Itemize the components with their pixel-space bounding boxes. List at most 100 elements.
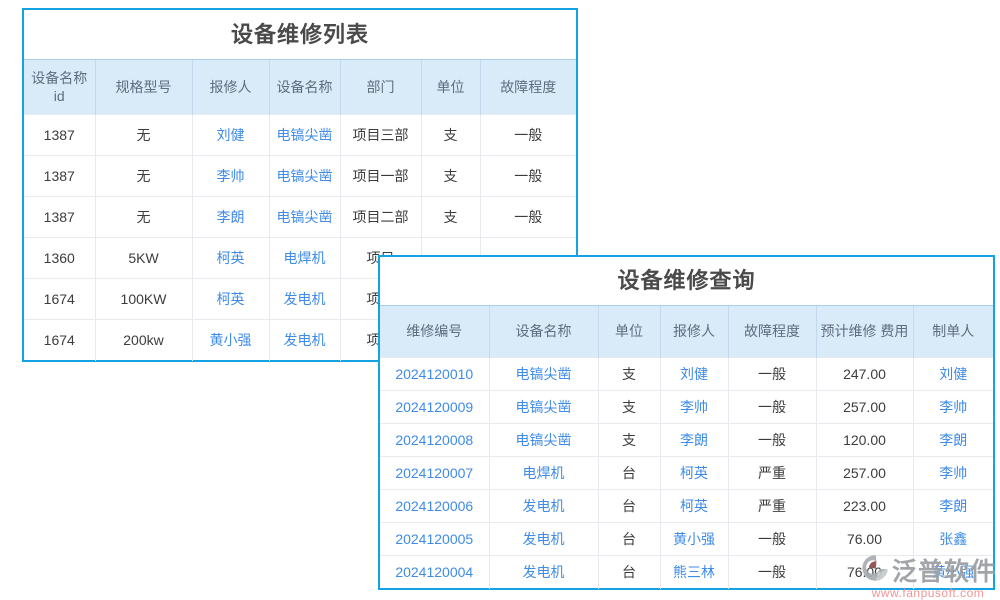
column-header: 单位 [598, 306, 660, 358]
cell-link[interactable]: 柯英 [192, 238, 269, 279]
table-cell: 项目三部 [340, 115, 421, 156]
cell-link[interactable]: 电镐尖凿 [269, 197, 340, 238]
cell-link[interactable]: 电焊机 [489, 457, 598, 490]
cell-link[interactable]: 发电机 [269, 279, 340, 320]
cell-link[interactable]: 电镐尖凿 [489, 424, 598, 457]
table-cell: 一般 [728, 358, 816, 391]
cell-link[interactable]: 发电机 [489, 523, 598, 556]
table-cell: 严重 [728, 457, 816, 490]
cell-link[interactable]: 刘健 [913, 358, 993, 391]
page: 设备维修列表 设备名称id规格型号报修人设备名称部门单位故障程度 1387无刘健… [0, 0, 1000, 600]
cell-link[interactable]: 李帅 [660, 391, 728, 424]
table-cell: 无 [95, 197, 192, 238]
table-cell: 支 [421, 115, 480, 156]
table-cell: 严重 [728, 490, 816, 523]
table-row: 2024120005发电机台黄小强一般76.00张鑫 [380, 523, 993, 556]
cell-link[interactable]: 刘健 [192, 115, 269, 156]
cell-link[interactable]: 电镐尖凿 [489, 391, 598, 424]
table-cell: 120.00 [816, 424, 913, 457]
cell-link[interactable]: 电焊机 [269, 238, 340, 279]
cell-link[interactable]: 发电机 [489, 490, 598, 523]
table-cell: 1387 [24, 115, 95, 156]
table-cell: 1360 [24, 238, 95, 279]
table-cell: 一般 [480, 197, 576, 238]
column-header: 设备名称 [269, 60, 340, 115]
cell-link[interactable]: 柯英 [192, 279, 269, 320]
table-row: 2024120007电焊机台柯英严重257.00李帅 [380, 457, 993, 490]
cell-link[interactable]: 柯英 [660, 457, 728, 490]
column-header: 规格型号 [95, 60, 192, 115]
column-header: 故障程度 [480, 60, 576, 115]
repair-query-title: 设备维修查询 [380, 257, 993, 305]
column-header: 制单人 [913, 306, 993, 358]
cell-link[interactable]: 电镐尖凿 [489, 358, 598, 391]
cell-link[interactable]: 2024120007 [380, 457, 489, 490]
cell-link[interactable]: 李帅 [913, 457, 993, 490]
table-cell: 台 [598, 457, 660, 490]
cell-link[interactable]: 张鑫 [913, 523, 993, 556]
cell-link[interactable]: 李朗 [660, 424, 728, 457]
table-cell: 项目二部 [340, 197, 421, 238]
cell-link[interactable]: 柯英 [660, 490, 728, 523]
table-row: 2024120010电镐尖凿支刘健一般247.00刘健 [380, 358, 993, 391]
table-cell: 一般 [480, 156, 576, 197]
cell-link[interactable]: 2024120005 [380, 523, 489, 556]
column-header: 设备名称id [24, 60, 95, 115]
table-cell: 257.00 [816, 391, 913, 424]
table-cell: 1387 [24, 197, 95, 238]
table-cell: 台 [598, 556, 660, 589]
column-header: 故障程度 [728, 306, 816, 358]
table-cell: 支 [598, 358, 660, 391]
table-row: 2024120008电镐尖凿支李朗一般120.00李朗 [380, 424, 993, 457]
table-cell: 项目一部 [340, 156, 421, 197]
table-cell: 100KW [95, 279, 192, 320]
cell-link[interactable]: 2024120004 [380, 556, 489, 589]
table-cell: 200kw [95, 320, 192, 361]
cell-link[interactable]: 黄小强 [660, 523, 728, 556]
cell-link[interactable]: 李帅 [192, 156, 269, 197]
table-cell: 5KW [95, 238, 192, 279]
cell-link[interactable]: 2024120009 [380, 391, 489, 424]
cell-link[interactable]: 发电机 [489, 556, 598, 589]
header-row: 维修编号设备名称单位报修人故障程度预计维修 费用制单人 [380, 306, 993, 358]
table-cell: 223.00 [816, 490, 913, 523]
table-cell: 支 [421, 156, 480, 197]
table-cell: 76.00 [816, 523, 913, 556]
cell-link[interactable]: 熊三林 [660, 556, 728, 589]
table-cell: 1674 [24, 279, 95, 320]
cell-link[interactable]: 2024120006 [380, 490, 489, 523]
cell-link[interactable]: 李朗 [913, 424, 993, 457]
table-cell: 一般 [480, 115, 576, 156]
column-header: 维修编号 [380, 306, 489, 358]
column-header: 设备名称 [489, 306, 598, 358]
cell-link[interactable]: 电镐尖凿 [269, 156, 340, 197]
table-row: 2024120009电镐尖凿支李帅一般257.00李帅 [380, 391, 993, 424]
table-row: 1387无刘健电镐尖凿项目三部支一般 [24, 115, 576, 156]
cell-link[interactable]: 2024120010 [380, 358, 489, 391]
table-cell: 247.00 [816, 358, 913, 391]
table-cell: 76.00 [816, 556, 913, 589]
column-header: 单位 [421, 60, 480, 115]
cell-link[interactable]: 电镐尖凿 [269, 115, 340, 156]
table-row: 1387无李帅电镐尖凿项目一部支一般 [24, 156, 576, 197]
table-cell: 台 [598, 490, 660, 523]
table-cell: 一般 [728, 424, 816, 457]
cell-link[interactable]: 黄小强 [192, 320, 269, 361]
cell-link[interactable]: 黄小强 [913, 556, 993, 589]
column-header: 报修人 [192, 60, 269, 115]
table-cell: 一般 [728, 556, 816, 589]
table-cell: 无 [95, 156, 192, 197]
repair-query-panel: 设备维修查询 维修编号设备名称单位报修人故障程度预计维修 费用制单人 20241… [378, 255, 995, 590]
table-cell: 台 [598, 523, 660, 556]
cell-link[interactable]: 李朗 [913, 490, 993, 523]
table-cell: 1387 [24, 156, 95, 197]
table-row: 2024120006发电机台柯英严重223.00李朗 [380, 490, 993, 523]
header-row: 设备名称id规格型号报修人设备名称部门单位故障程度 [24, 60, 576, 115]
cell-link[interactable]: 李朗 [192, 197, 269, 238]
cell-link[interactable]: 李帅 [913, 391, 993, 424]
cell-link[interactable]: 2024120008 [380, 424, 489, 457]
cell-link[interactable]: 刘健 [660, 358, 728, 391]
cell-link[interactable]: 发电机 [269, 320, 340, 361]
table-cell: 257.00 [816, 457, 913, 490]
table-cell: 支 [598, 424, 660, 457]
